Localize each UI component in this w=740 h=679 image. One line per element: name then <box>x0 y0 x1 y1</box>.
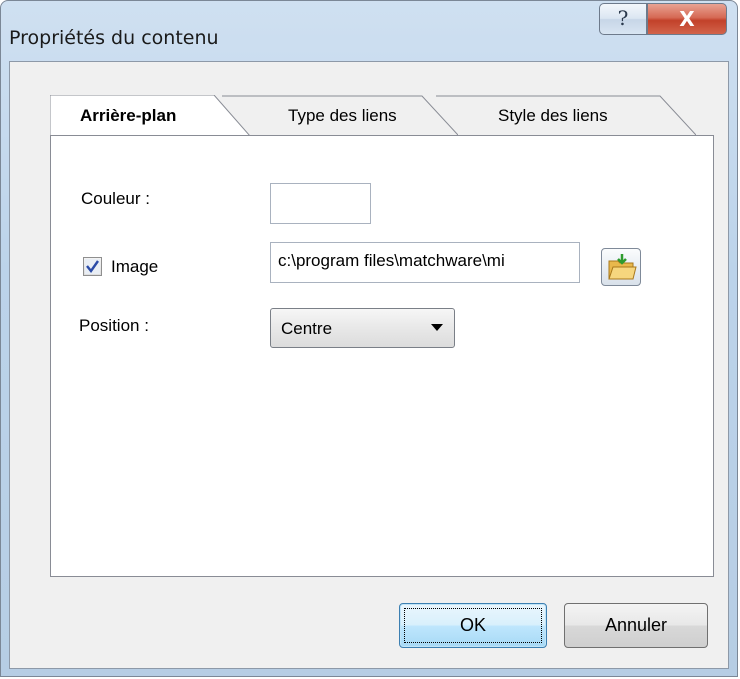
tab-type-des-liens[interactable]: Type des liens <box>222 95 458 136</box>
focus-ring <box>404 608 542 643</box>
position-select[interactable]: Centre <box>270 308 455 348</box>
close-button[interactable]: X <box>647 3 727 35</box>
tab-label: Arrière-plan <box>80 106 177 125</box>
cancel-label: Annuler <box>604 615 668 635</box>
dialog-body: Arrière-plan Type des liens Style des li… <box>9 61 729 669</box>
tab-label: Style des liens <box>498 106 608 125</box>
image-checkbox[interactable] <box>83 257 102 276</box>
help-icon: ? <box>617 6 629 30</box>
color-label: Couleur : <box>81 189 150 208</box>
dialog-window: Propriétés du contenu ? X Arrière-plan T… <box>0 0 738 677</box>
position-label: Position : <box>79 316 149 335</box>
color-swatch[interactable] <box>270 183 371 224</box>
browse-button[interactable] <box>601 248 641 286</box>
tab-style-des-liens[interactable]: Style des liens <box>436 95 696 136</box>
window-title: Propriétés du contenu <box>9 27 219 49</box>
ok-button[interactable]: OK <box>399 603 547 648</box>
image-path-input[interactable]: c:\program files\matchware\mi <box>270 242 580 283</box>
chevron-down-icon <box>431 324 443 331</box>
cancel-button[interactable]: Annuler <box>564 603 708 648</box>
image-label: Image <box>111 257 159 276</box>
title-bar[interactable]: Propriétés du contenu ? X <box>1 1 737 61</box>
help-button[interactable]: ? <box>599 3 647 35</box>
close-icon: X <box>679 7 695 31</box>
folder-open-icon <box>608 254 637 280</box>
position-value: Centre <box>281 319 333 338</box>
tab-arriere-plan[interactable]: Arrière-plan <box>50 95 250 136</box>
check-icon <box>85 259 100 274</box>
tab-label: Type des liens <box>288 106 397 125</box>
